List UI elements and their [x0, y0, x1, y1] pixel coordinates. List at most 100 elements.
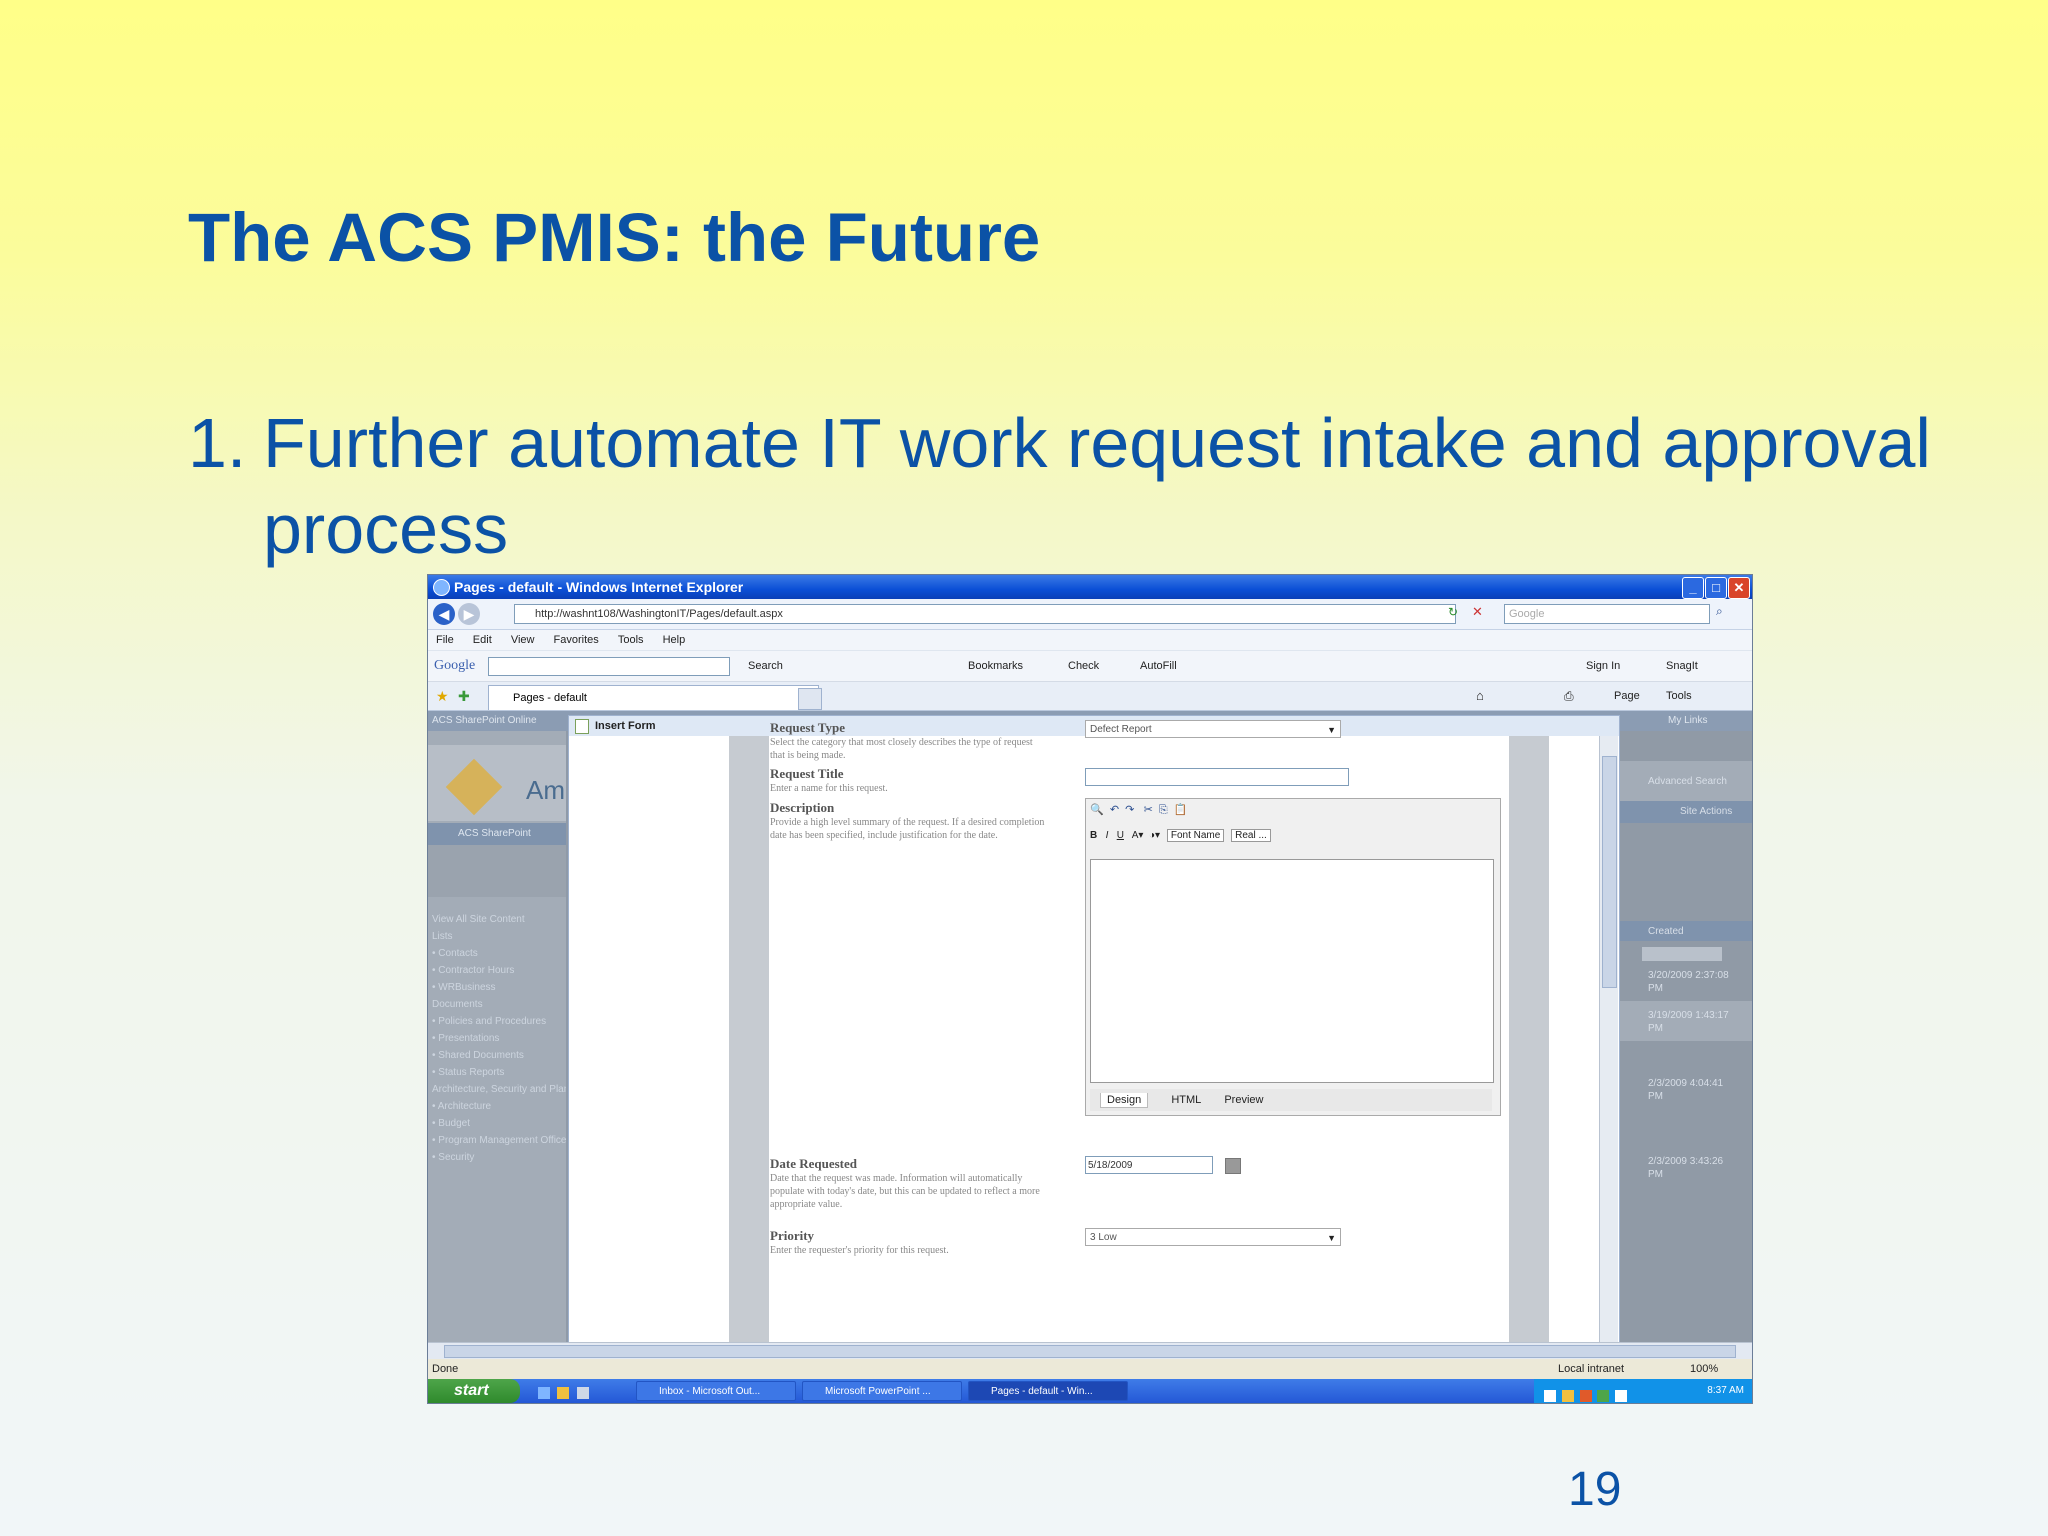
- italic-icon[interactable]: I: [1106, 830, 1109, 841]
- new-tab-button[interactable]: [798, 688, 822, 710]
- menu-help[interactable]: Help: [663, 634, 686, 646]
- menu-edit[interactable]: Edit: [473, 634, 492, 646]
- created-date-2: 3/19/2009 1:43:17 PM: [1648, 1010, 1729, 1034]
- modal-scrollbar[interactable]: [1599, 736, 1618, 1342]
- search-icon[interactable]: ⌕: [1716, 604, 1723, 619]
- rte-toolbar-2: B I U A▾ ◑▾ Font Name Real ...: [1090, 829, 1271, 842]
- description-desc: Provide a high level summary of the requ…: [770, 817, 1045, 841]
- google-search-button[interactable]: Search: [748, 651, 783, 681]
- request-type-value: Defect Report: [1090, 724, 1152, 735]
- tools-menu[interactable]: Tools: [1666, 682, 1692, 710]
- google-search-input[interactable]: [488, 657, 730, 676]
- highlight-icon[interactable]: ◑▾: [1149, 830, 1160, 841]
- tray-icon[interactable]: [1597, 1390, 1610, 1403]
- ie-icon: [433, 579, 450, 596]
- priority-select[interactable]: 3 Low ▼: [1085, 1228, 1341, 1246]
- tray-icon[interactable]: [1579, 1390, 1592, 1403]
- chevron-down-icon: ▼: [1327, 1233, 1336, 1243]
- font-color-icon[interactable]: A▾: [1132, 830, 1144, 841]
- right-header-block: Advanced Search: [1620, 761, 1752, 801]
- back-button[interactable]: ◀: [433, 603, 455, 625]
- filter-box[interactable]: [1642, 947, 1722, 961]
- menu-favorites[interactable]: Favorites: [554, 634, 599, 646]
- advanced-search-link[interactable]: Advanced Search: [1648, 775, 1727, 788]
- horizontal-scrollbar[interactable]: [428, 1342, 1752, 1359]
- paste-icon[interactable]: 📋: [1174, 804, 1188, 816]
- bookmarks-button[interactable]: Bookmarks: [968, 651, 1023, 681]
- close-button[interactable]: ✕: [1728, 577, 1750, 599]
- tray-icon[interactable]: [1615, 1390, 1628, 1403]
- tab-pages-default[interactable]: Pages - default: [488, 685, 819, 710]
- refresh-icon[interactable]: ↻: [1448, 605, 1458, 619]
- menu-view[interactable]: View: [511, 634, 535, 646]
- page-number: 19: [1568, 1463, 1622, 1516]
- rte-toolbar-1: 🔍 ↶ ↷ ✂ ⎘ 📋: [1090, 803, 1188, 817]
- request-title-label: Request Title: [770, 766, 844, 781]
- task-item-powerpoint[interactable]: Microsoft PowerPoint ...: [802, 1381, 962, 1401]
- request-type-label: Request Type: [770, 720, 845, 735]
- date-requested-label: Date Requested: [770, 1156, 858, 1171]
- bullet-text: Further automate IT work request intake …: [263, 400, 1963, 572]
- task-item-ie[interactable]: Pages - default - Win...: [968, 1381, 1128, 1401]
- sign-in-button[interactable]: Sign In: [1586, 651, 1620, 681]
- window-title: Pages - default - Windows Internet Explo…: [454, 579, 744, 595]
- date-requested-input[interactable]: 5/18/2009: [1085, 1156, 1213, 1174]
- bold-icon[interactable]: B: [1090, 830, 1097, 841]
- snagit-button[interactable]: SnagIt: [1666, 651, 1698, 681]
- start-button[interactable]: start: [428, 1379, 520, 1403]
- tray-icon[interactable]: [1544, 1390, 1556, 1403]
- address-bar[interactable]: http://washnt108/WashingtonIT/Pages/defa…: [514, 604, 1456, 624]
- request-title-input[interactable]: [1085, 768, 1349, 786]
- address-row: ◀ ▶ http://washnt108/WashingtonIT/Pages/…: [428, 599, 1752, 630]
- quick-launch-icons: [538, 1384, 592, 1402]
- description-label: Description: [770, 800, 835, 815]
- google-toolbar: Google Search Bookmarks Check AutoFill S…: [428, 651, 1752, 682]
- add-favorites-icon[interactable]: ✚: [458, 682, 470, 710]
- site-actions-button[interactable]: Site Actions: [1680, 805, 1732, 818]
- forward-button[interactable]: ▶: [458, 603, 480, 625]
- modal-scroll-thumb[interactable]: [1602, 756, 1617, 988]
- insert-form-modal: Insert Form Request Type Select the cate…: [568, 715, 1620, 1342]
- redo-icon[interactable]: ↷: [1125, 804, 1134, 816]
- page-menu[interactable]: Page: [1614, 682, 1640, 710]
- zoom-level[interactable]: 100%: [1690, 1359, 1718, 1379]
- ie-quick-icon[interactable]: [538, 1386, 550, 1399]
- desktop-quick-icon[interactable]: [576, 1386, 589, 1399]
- request-type-desc: Select the category that most closely de…: [770, 737, 1033, 761]
- menu-tools[interactable]: Tools: [618, 634, 644, 646]
- find-icon[interactable]: 🔍: [1090, 804, 1104, 816]
- cut-icon[interactable]: ✂: [1144, 804, 1153, 816]
- my-links[interactable]: My Links: [1668, 711, 1707, 731]
- check-button[interactable]: Check: [1068, 651, 1099, 681]
- system-tray: 8:37 AM: [1534, 1379, 1752, 1403]
- folder-quick-icon[interactable]: [557, 1386, 570, 1399]
- horizontal-scroll-thumb[interactable]: [444, 1345, 1736, 1358]
- zone-text: Local intranet: [1558, 1363, 1625, 1375]
- undo-icon[interactable]: ↶: [1110, 804, 1119, 816]
- font-name-select[interactable]: Font Name: [1166, 829, 1225, 842]
- priority-label: Priority: [770, 1228, 815, 1243]
- request-type-select[interactable]: Defect Report ▼: [1085, 720, 1341, 738]
- stop-icon[interactable]: ✕: [1472, 604, 1483, 620]
- search-input[interactable]: Google: [1504, 604, 1710, 624]
- tab-html[interactable]: HTML: [1171, 1094, 1201, 1106]
- menu-file[interactable]: File: [436, 634, 454, 646]
- copy-icon[interactable]: ⎘: [1159, 804, 1168, 816]
- rte-text-area[interactable]: [1090, 859, 1494, 1083]
- request-title-desc: Enter a name for this request.: [770, 783, 888, 794]
- home-icon[interactable]: ⌂: [1476, 682, 1484, 710]
- underline-icon[interactable]: U: [1117, 830, 1124, 841]
- maximize-button[interactable]: □: [1705, 577, 1727, 599]
- tab-design[interactable]: Design: [1100, 1093, 1149, 1108]
- minimize-button[interactable]: _: [1682, 577, 1704, 599]
- print-icon[interactable]: ⎙: [1564, 682, 1574, 710]
- tab-preview[interactable]: Preview: [1224, 1094, 1263, 1106]
- calendar-icon[interactable]: [1225, 1158, 1241, 1174]
- autofill-button[interactable]: AutoFill: [1140, 651, 1177, 681]
- tray-icon[interactable]: [1561, 1390, 1574, 1403]
- font-size-select[interactable]: Real ...: [1231, 829, 1271, 842]
- tray-icons: [1544, 1385, 1630, 1403]
- favorites-star-icon[interactable]: ★: [436, 682, 449, 710]
- task-item-outlook[interactable]: Inbox - Microsoft Out...: [636, 1381, 796, 1401]
- created-column[interactable]: Created: [1648, 925, 1684, 938]
